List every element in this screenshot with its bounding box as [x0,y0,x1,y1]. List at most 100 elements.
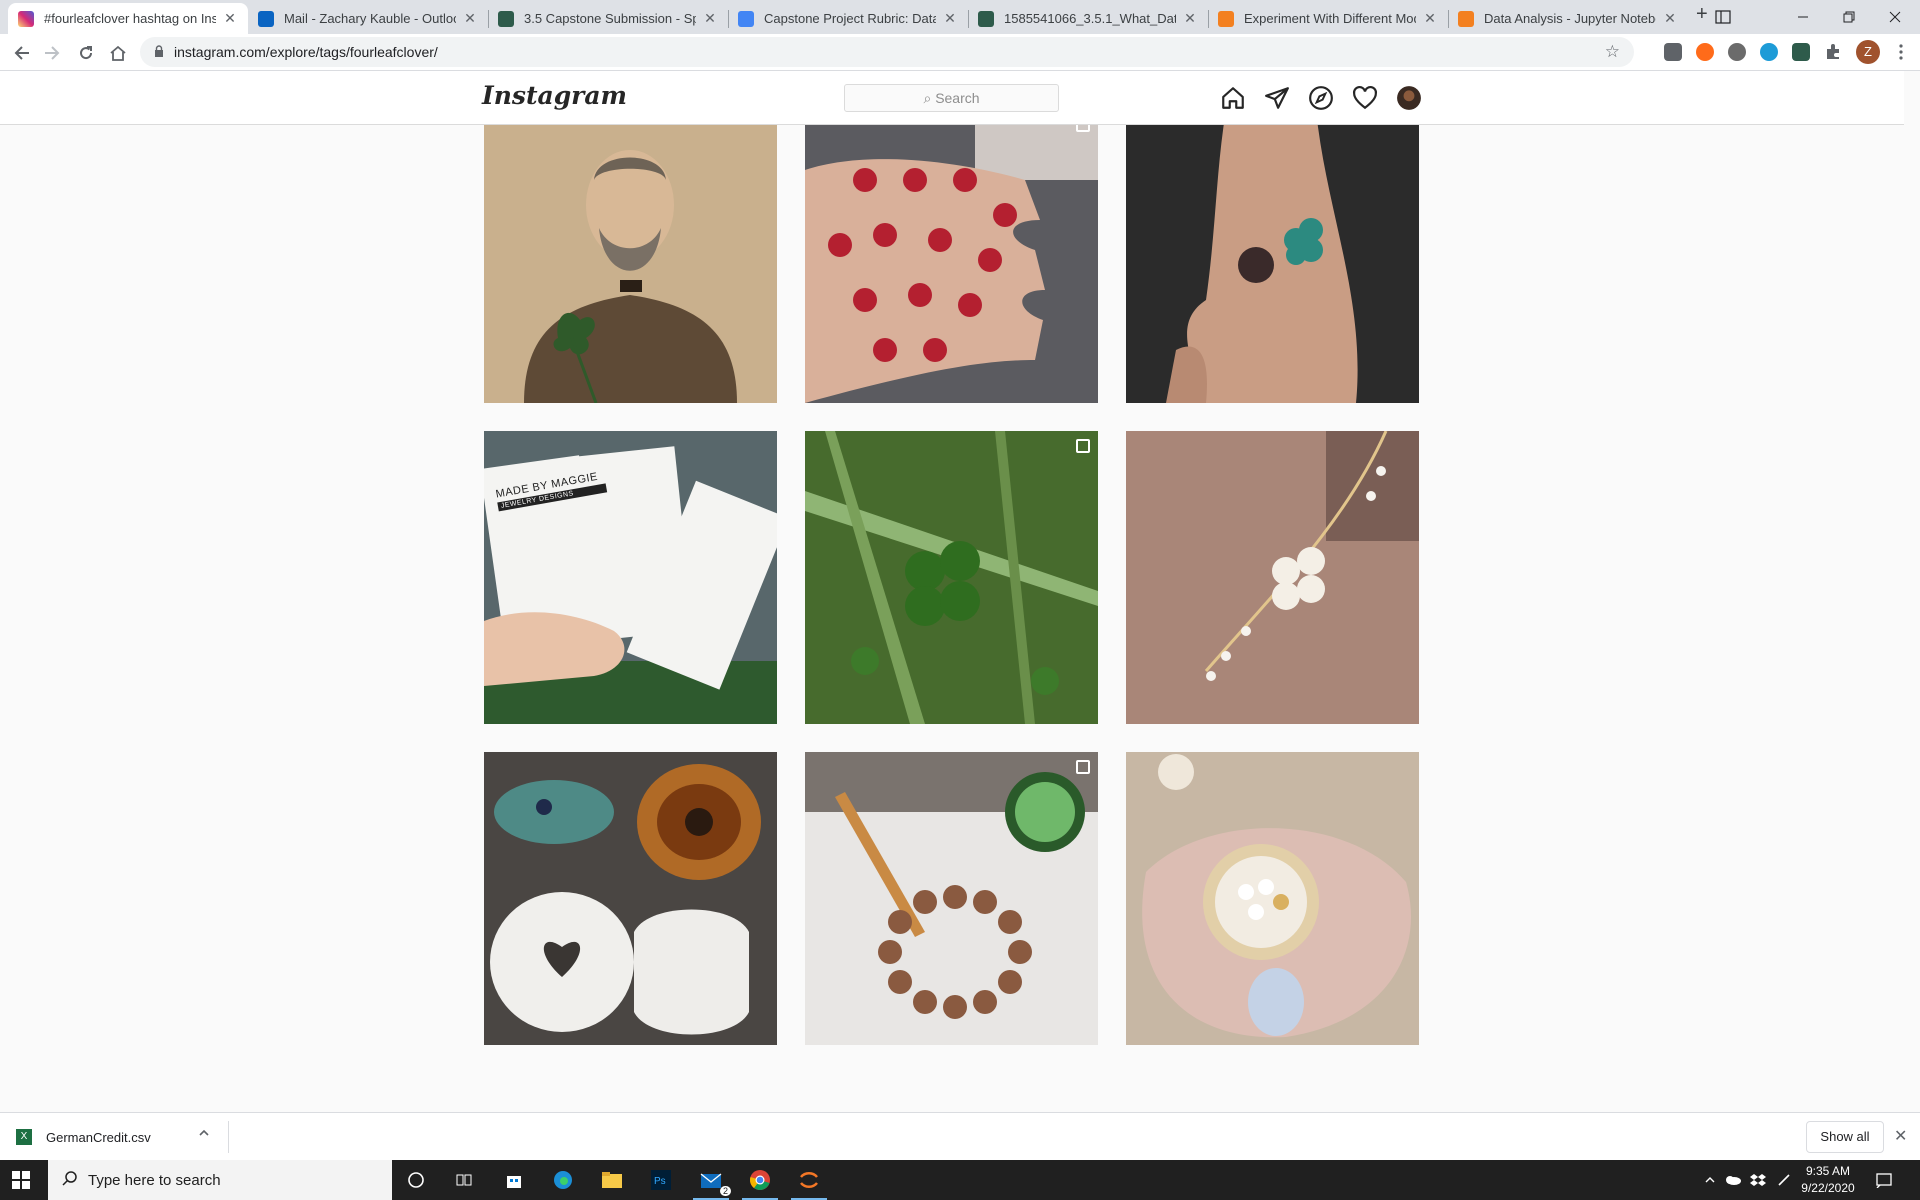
search-icon [62,1170,78,1191]
search-placeholder: Search [935,90,980,106]
extension-orange-icon[interactable] [1696,43,1714,61]
pen-icon[interactable] [1776,1160,1792,1200]
close-window-button[interactable] [1872,0,1918,34]
post-tile-vintage-portrait[interactable] [484,110,777,403]
search-icon: ⌕ [923,90,932,106]
windows-start-icon[interactable] [12,1171,30,1189]
close-downloads-icon[interactable]: ✕ [1894,1126,1907,1146]
close-tab-icon[interactable]: ✕ [1422,10,1438,27]
extension-g-icon[interactable] [1664,43,1682,61]
extension-blue-icon[interactable] [1760,43,1778,61]
tab-title: #fourleafclover hashtag on Insta [44,11,216,26]
url-text: instagram.com/explore/tags/fourleafclove… [174,44,438,60]
clock-date: 9/22/2020 [1801,1181,1855,1195]
dropbox-icon[interactable] [1750,1160,1766,1200]
tab-outlook[interactable]: Mail - Zachary Kauble - Outlook ✕ [248,3,488,34]
earring-cards-image [484,431,777,724]
chevron-up-icon[interactable] [198,1127,210,1142]
extensions-puzzle-icon[interactable] [1824,43,1842,61]
book-icon [1218,10,1234,27]
taskbar-search-placeholder: Type here to search [88,1171,221,1189]
taskbar-search-input[interactable]: Type here to search [48,1160,392,1200]
onedrive-icon[interactable] [1724,1160,1742,1200]
browser-tab-strip: #fourleafclover hashtag on Insta ✕ Mail … [0,0,1920,34]
close-icon [1889,11,1901,23]
download-filename: GermanCredit.csv [46,1129,151,1145]
cortana-icon[interactable] [402,1166,430,1194]
activity-icon[interactable] [1352,85,1378,111]
download-item[interactable]: X GermanCredit.csv [16,1113,151,1161]
photoshop-icon[interactable]: Ps [647,1166,675,1194]
tab-title: Experiment With Different Model [1244,11,1416,26]
tab-title: Capstone Project Rubric: Data Co [764,11,936,26]
close-tab-icon[interactable]: ✕ [1182,10,1198,27]
browser-menu-icon[interactable] [1892,43,1910,61]
post-tile-ceramic-dishes[interactable] [484,752,777,1045]
task-view-icon[interactable] [450,1166,478,1194]
tab-title: 1585541066_3.5.1_What_Data_to [1004,11,1176,26]
post-tile-earring-cards[interactable]: MADE BY MAGGIE JEWELRY DESIGNS [484,431,777,724]
tab-title: Mail - Zachary Kauble - Outlook [284,11,456,26]
tab-jupyter[interactable]: Data Analysis - Jupyter Notebook ✕ [1448,3,1688,34]
jupyter-icon[interactable] [791,1166,827,1200]
post-tile-clover-tattoo[interactable] [1126,110,1419,403]
close-tab-icon[interactable]: ✕ [702,10,718,27]
svg-text:Ps: Ps [654,1176,666,1187]
tab-search-button[interactable] [1700,0,1746,34]
post-tile-beaded-bracelet[interactable] [805,752,1098,1045]
close-tab-icon[interactable]: ✕ [942,10,958,27]
back-arrow-icon [14,46,29,60]
explore-icon[interactable] [1308,85,1334,111]
multiple-photos-icon [1076,439,1090,453]
reload-icon [80,46,93,60]
tab-capstone-submission[interactable]: 3.5 Capstone Submission - Spring ✕ [488,3,728,34]
forward-button[interactable] [38,39,66,67]
home-button[interactable] [104,39,132,67]
bookmark-star-icon[interactable]: ☆ [1605,42,1620,62]
instagram-logo[interactable]: Instagram [482,81,627,110]
restore-button[interactable] [1826,0,1872,34]
post-tile-clover-bracelet[interactable] [1126,431,1419,724]
edge-icon[interactable] [549,1166,577,1194]
close-tab-icon[interactable]: ✕ [1662,10,1678,27]
beaded-bracelet-image [805,752,1098,1045]
close-tab-icon[interactable]: ✕ [462,10,478,27]
mail-icon[interactable]: 2 [693,1166,731,1200]
ceramic-dishes-image [484,752,777,1045]
chrome-icon[interactable] [742,1166,778,1200]
tab-capstone-rubric[interactable]: Capstone Project Rubric: Data Co ✕ [728,3,968,34]
clover-rings-image [805,110,1098,403]
extension-document-icon[interactable] [1792,43,1810,61]
show-all-button[interactable]: Show all [1806,1121,1884,1153]
browser-toolbar: instagram.com/explore/tags/fourleafclove… [0,34,1920,71]
vintage-portrait-image [484,110,777,403]
profile-avatar[interactable]: Z [1856,40,1880,64]
address-bar[interactable]: instagram.com/explore/tags/fourleafclove… [140,37,1634,67]
reload-button[interactable] [72,39,100,67]
notifications-icon[interactable] [1876,1160,1892,1200]
show-hidden-icons[interactable] [1704,1160,1716,1200]
post-tile-clover-grass[interactable] [805,431,1098,724]
post-tile-clover-rings[interactable] [805,110,1098,403]
excel-file-icon: X [16,1129,32,1145]
instagram-icon [18,10,34,27]
home-icon[interactable] [1220,85,1246,111]
tab-experiment-models[interactable]: Experiment With Different Model ✕ [1208,3,1448,34]
clock-time: 9:35 AM [1805,1164,1851,1178]
taskbar-clock[interactable]: 9:35 AM 9/22/2020 [1796,1163,1860,1197]
tab-what-data[interactable]: 1585541066_3.5.1_What_Data_to ✕ [968,3,1208,34]
search-input[interactable]: ⌕ Search [844,84,1059,112]
microsoft-store-icon[interactable] [500,1166,528,1194]
lock-icon [154,44,164,60]
document-icon [978,10,994,27]
close-tab-icon[interactable]: ✕ [222,10,238,27]
profile-avatar[interactable] [1396,85,1422,111]
post-tile-crystal-dish[interactable] [1126,752,1419,1045]
page-viewport: Instagram ⌕ Search MADE BY MAGGIE JEWELR… [0,71,1904,1112]
extension-circle-icon[interactable] [1728,43,1746,61]
file-explorer-icon[interactable] [598,1166,626,1194]
direct-icon[interactable] [1264,85,1290,111]
minimize-button[interactable] [1780,0,1826,34]
back-button[interactable] [8,39,36,67]
tab-instagram[interactable]: #fourleafclover hashtag on Insta ✕ [8,3,248,34]
